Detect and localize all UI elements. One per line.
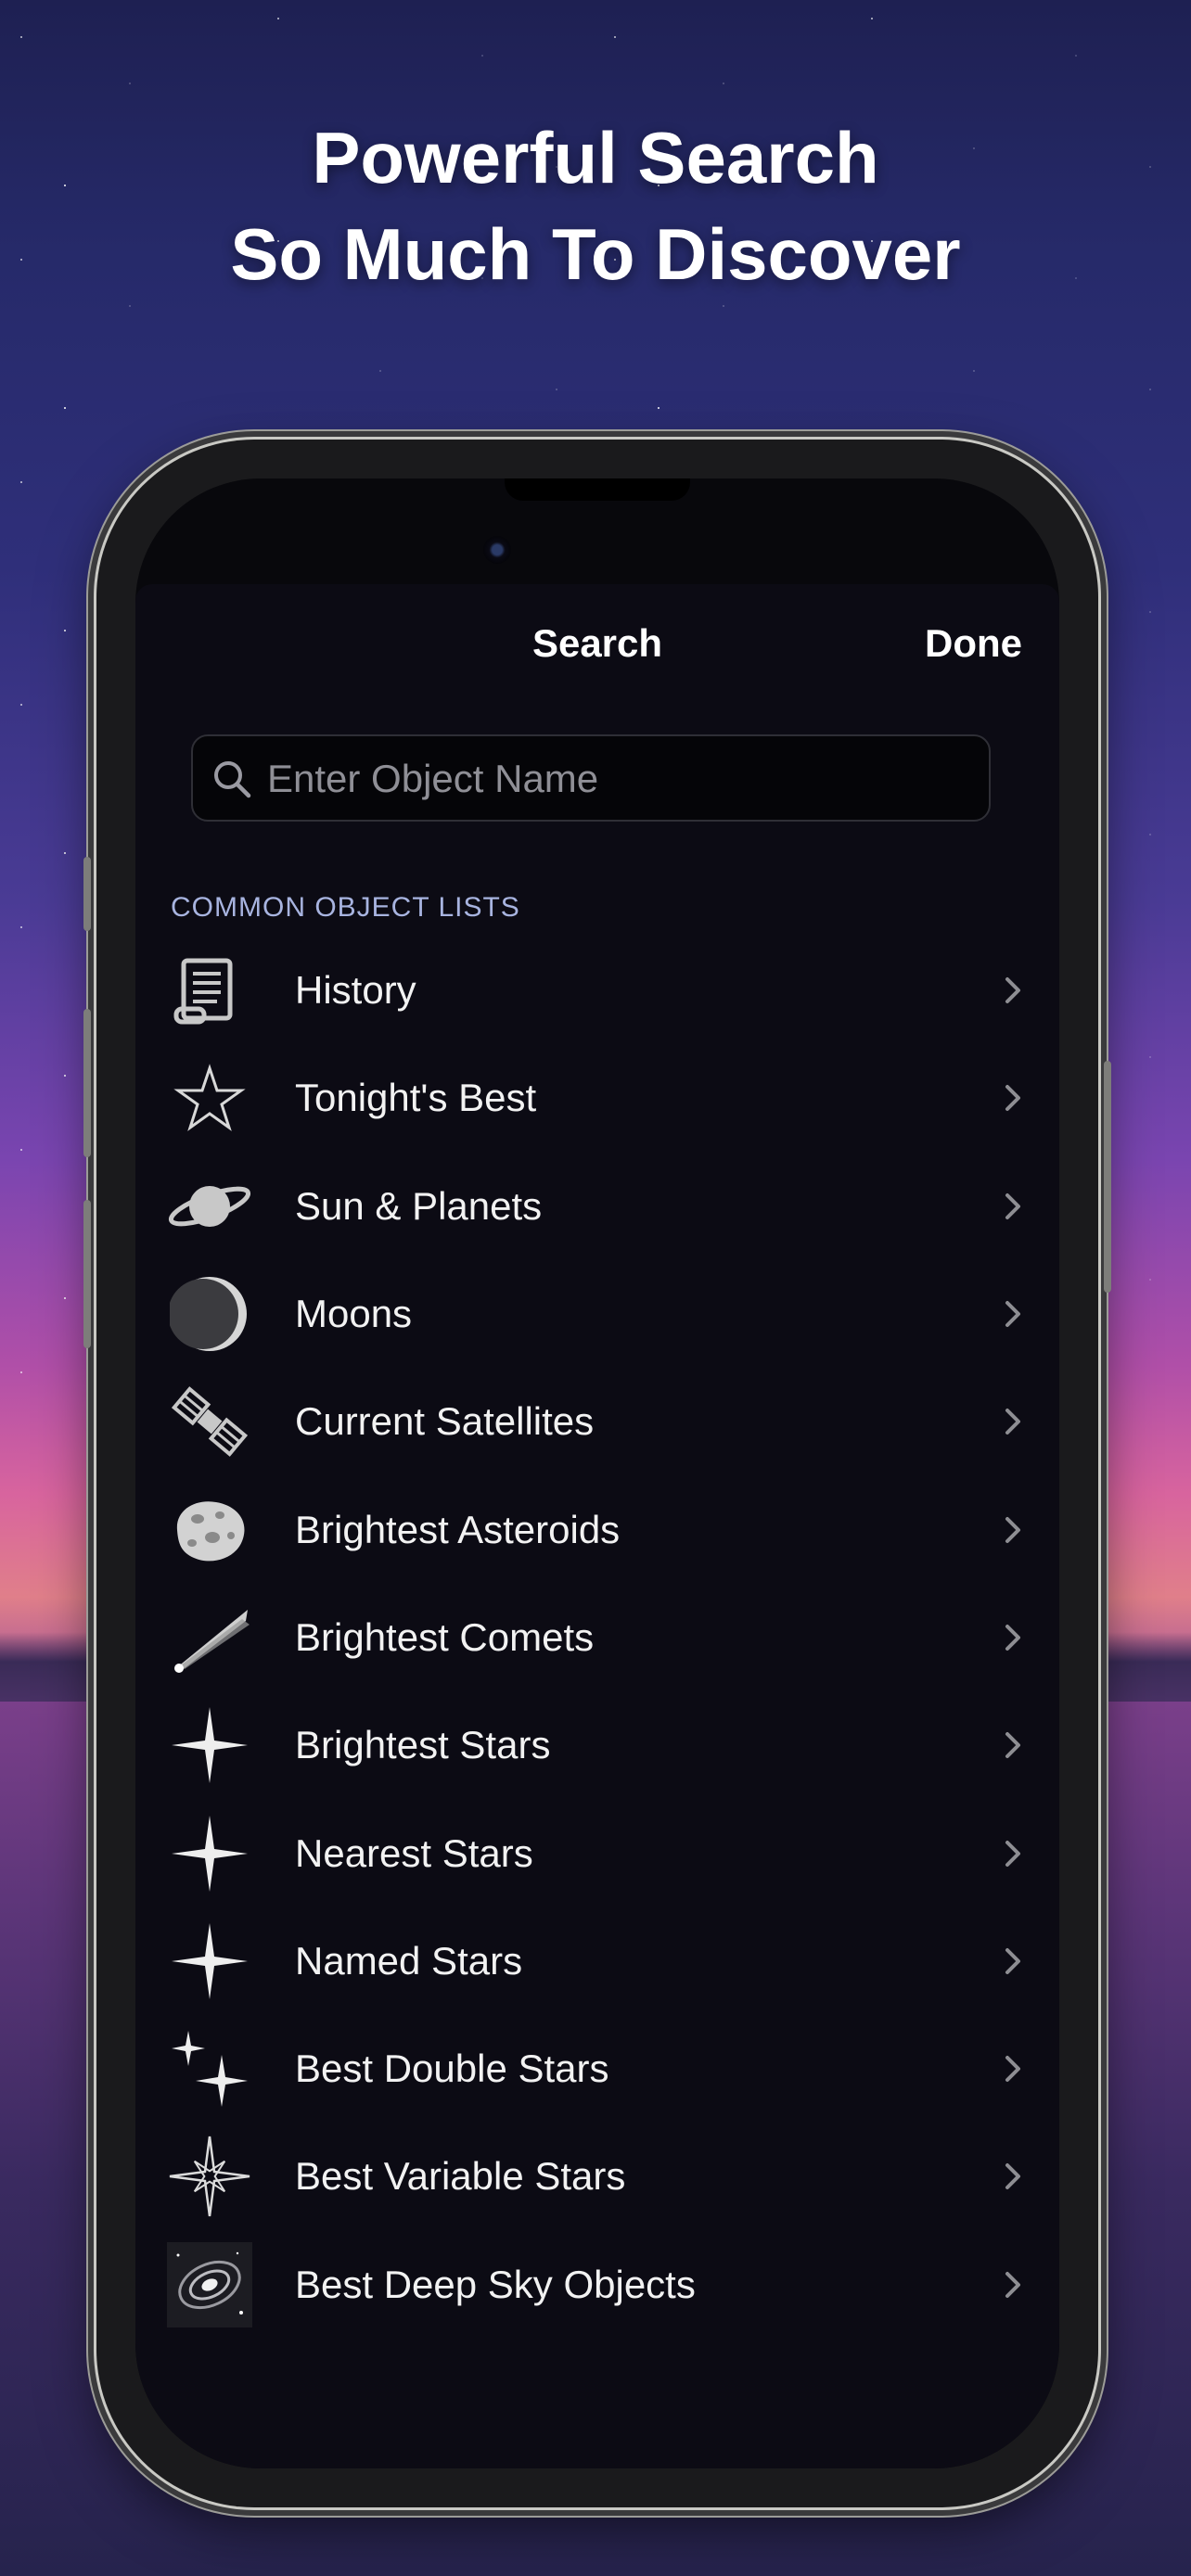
list-item-label: Tonight's Best [295, 1076, 537, 1120]
list-item-label: Brightest Comets [295, 1614, 595, 1659]
chevron-right-icon [1005, 2163, 1020, 2190]
list-item-label: Best Double Stars [295, 2047, 609, 2091]
list-item-label: Sun & Planets [295, 1183, 543, 1228]
chevron-right-icon [1005, 1516, 1020, 1543]
list-item-label: Named Stars [295, 1938, 523, 1983]
front-camera [483, 536, 511, 564]
phone-side-button [83, 857, 91, 931]
moon-icon [167, 1271, 252, 1357]
list-item-label: Brightest Asteroids [295, 1507, 621, 1551]
list-item-brightest-comets[interactable]: Brightest Comets [135, 1584, 1059, 1691]
satellite-icon [167, 1379, 252, 1464]
list-item-label: Moons [295, 1292, 413, 1336]
search-input[interactable] [265, 736, 974, 822]
phone-volume-up-button [83, 1009, 91, 1157]
chevron-right-icon [1005, 1624, 1020, 1651]
chevron-right-icon [1005, 1192, 1020, 1219]
chevron-right-icon [1005, 977, 1020, 1004]
chevron-right-icon [1005, 1947, 1020, 1974]
list-item-nearest-stars[interactable]: Nearest Stars [135, 1799, 1059, 1906]
scroll-icon [167, 948, 252, 1033]
galaxy-icon [167, 2241, 252, 2327]
search-sheet: Search Done COMMON OBJECT LISTS [135, 584, 1059, 2468]
nav-title: Search [531, 621, 663, 665]
list-item-label: Brightest Stars [295, 1723, 551, 1767]
list-item-label: Nearest Stars [295, 1830, 533, 1875]
chevron-right-icon [1005, 2056, 1020, 2083]
list-item-best-double-stars[interactable]: Best Double Stars [135, 2015, 1059, 2123]
promo-line-2: So Much To Discover [230, 213, 961, 295]
chevron-right-icon [1005, 1840, 1020, 1867]
double-star-icon [167, 2026, 252, 2111]
phone-frame: Search Done COMMON OBJECT LISTS [83, 440, 1111, 2507]
bright-star-icon [167, 1702, 252, 1788]
list-item-history[interactable]: History [135, 937, 1059, 1044]
comet-icon [167, 1595, 252, 1680]
list-item-best-deep-sky-objects[interactable]: Best Deep Sky Objects [135, 2231, 1059, 2339]
promo-headline: Powerful Search So Much To Discover [0, 109, 1191, 302]
chevron-right-icon [1005, 1732, 1020, 1759]
list-item-tonights-best[interactable]: Tonight's Best [135, 1044, 1059, 1152]
near-star-icon [167, 1811, 252, 1896]
list-item-best-variable-stars[interactable]: Best Variable Stars [135, 2123, 1059, 2230]
chevron-right-icon [1005, 1409, 1020, 1435]
named-star-icon [167, 1919, 252, 2004]
list-item-current-satellites[interactable]: Current Satellites [135, 1368, 1059, 1475]
search-field[interactable] [191, 734, 991, 822]
speaker-notch [505, 478, 690, 501]
asteroid-icon [167, 1487, 252, 1573]
list-item-label: Best Deep Sky Objects [295, 2262, 696, 2306]
section-header: COMMON OBJECT LISTS [171, 892, 520, 923]
done-button[interactable]: Done [925, 621, 1022, 666]
planet-icon [167, 1164, 252, 1249]
chevron-right-icon [1005, 1301, 1020, 1328]
list-item-label: History [295, 968, 416, 1013]
list-item-brightest-stars[interactable]: Brightest Stars [135, 1691, 1059, 1799]
phone-volume-down-button [83, 1200, 91, 1348]
promo-line-1: Powerful Search [312, 117, 879, 198]
list-item-label: Current Satellites [295, 1399, 595, 1444]
phone-screen: Search Done COMMON OBJECT LISTS [135, 478, 1059, 2468]
chevron-right-icon [1005, 1085, 1020, 1112]
object-list: History Tonight's Best Sun & Planets Moo… [135, 937, 1059, 2339]
list-item-brightest-asteroids[interactable]: Brightest Asteroids [135, 1475, 1059, 1583]
search-icon [214, 761, 251, 798]
chevron-right-icon [1005, 2271, 1020, 2298]
variable-star-icon [167, 2134, 252, 2219]
list-item-named-stars[interactable]: Named Stars [135, 1907, 1059, 2015]
list-item-sun-planets[interactable]: Sun & Planets [135, 1153, 1059, 1260]
star-outline-icon [167, 1055, 252, 1141]
list-item-label: Best Variable Stars [295, 2154, 626, 2199]
phone-power-button [1104, 1061, 1111, 1293]
list-item-moons[interactable]: Moons [135, 1260, 1059, 1368]
